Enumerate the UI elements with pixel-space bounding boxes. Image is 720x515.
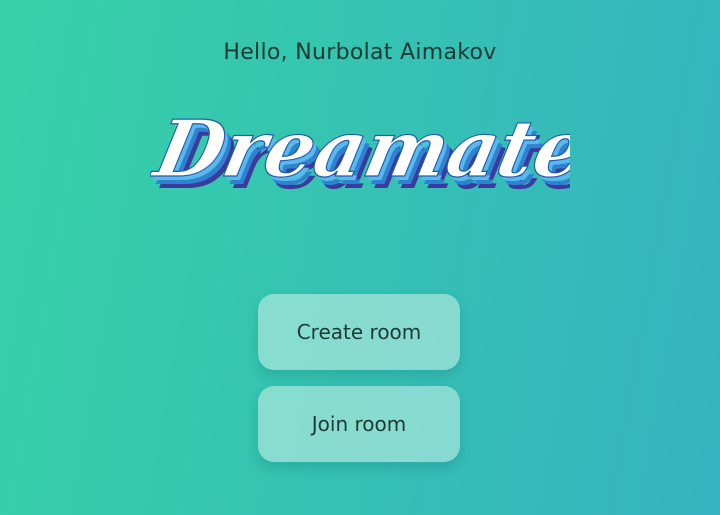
join-room-button[interactable]: Join room: [258, 386, 460, 462]
logo-text: Dreamate: [150, 103, 570, 195]
main-screen: Hello, Nurbolat Aimakov Dreamate Dreamat…: [0, 0, 720, 515]
create-room-button[interactable]: Create room: [258, 294, 460, 370]
greeting-prefix: Hello,: [223, 40, 288, 65]
app-logo: Dreamate Dreamate Dreamate Dreamate: [150, 92, 570, 222]
user-name: Nurbolat Aimakov: [295, 40, 497, 65]
greeting-text: Hello, Nurbolat Aimakov: [0, 40, 720, 65]
logo-wordmark: Dreamate Dreamate Dreamate Dreamate: [150, 102, 570, 207]
